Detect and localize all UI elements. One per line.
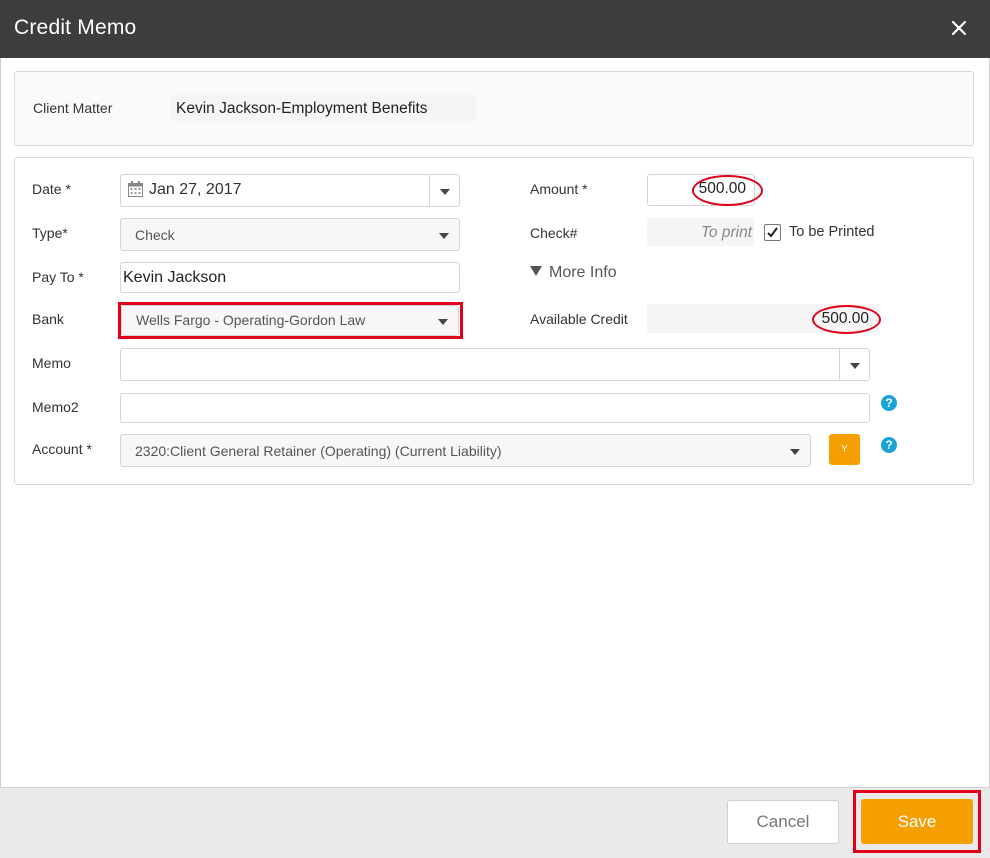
client-matter-value: Kevin Jackson-Employment Benefits [170, 95, 476, 121]
client-matter-label: Client Matter [33, 100, 113, 116]
date-value: Jan 27, 2017 [149, 181, 242, 198]
available-credit-label: Available Credit [530, 311, 628, 327]
date-label: Date * [32, 181, 71, 197]
chevron-down-icon [429, 219, 459, 250]
amount-highlight [692, 175, 763, 206]
account-y-button[interactable]: Y [829, 434, 860, 465]
close-button[interactable] [951, 15, 972, 39]
account-select[interactable]: 2320:Client General Retainer (Operating)… [120, 434, 811, 467]
pay-to-input[interactable]: Kevin Jackson [120, 262, 460, 293]
chevron-down-icon[interactable] [429, 175, 459, 206]
calendar-icon [128, 181, 143, 197]
memo-label: Memo [32, 355, 71, 371]
memo2-help-icon[interactable]: ? [881, 395, 897, 411]
checkmark-icon [767, 227, 778, 238]
more-info-toggle[interactable]: More Info [530, 264, 617, 282]
type-value: Check [135, 227, 175, 243]
date-field[interactable]: Jan 27, 2017 [120, 174, 460, 207]
check-number-placeholder: To print [700, 224, 752, 241]
memo2-label: Memo2 [32, 399, 79, 415]
close-icon [951, 20, 967, 36]
triangle-down-icon [530, 266, 542, 276]
to-be-printed-label: To be Printed [789, 224, 875, 240]
chevron-down-icon[interactable] [839, 349, 869, 380]
bank-highlight [118, 302, 463, 339]
to-be-printed-checkbox[interactable] [764, 224, 781, 241]
more-info-label: More Info [549, 264, 617, 281]
available-credit-highlight [812, 305, 881, 334]
pay-to-value: Kevin Jackson [123, 269, 227, 286]
bank-label: Bank [32, 311, 64, 327]
save-highlight [853, 790, 981, 853]
amount-label: Amount * [530, 181, 588, 197]
check-number-label: Check# [530, 225, 578, 241]
type-select[interactable]: Check [120, 218, 460, 251]
memo2-input[interactable] [120, 393, 870, 423]
type-label: Type* [32, 225, 68, 241]
dialog-footer [0, 787, 990, 858]
memo-field[interactable] [120, 348, 870, 381]
account-help-icon[interactable]: ? [881, 437, 897, 453]
account-value: 2320:Client General Retainer (Operating)… [135, 443, 502, 459]
pay-to-label: Pay To * [32, 269, 84, 285]
dialog-title: Credit Memo [14, 16, 137, 39]
dialog-titlebar: Credit Memo [0, 0, 990, 58]
chevron-down-icon [780, 435, 810, 466]
client-matter-panel [14, 71, 974, 146]
cancel-button[interactable]: Cancel [727, 800, 839, 844]
check-number-input[interactable]: To print [647, 218, 754, 246]
account-label: Account * [32, 441, 92, 457]
